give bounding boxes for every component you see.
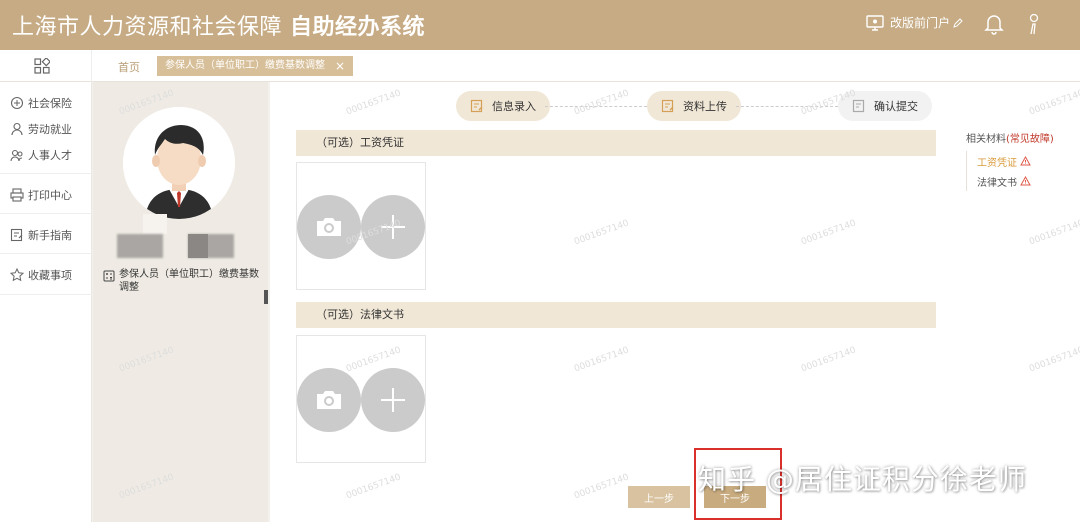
related-list: 工资凭证 法律文书: [966, 151, 1054, 191]
people-icon: [10, 149, 23, 162]
nav-item-favorites[interactable]: 收藏事项: [10, 267, 72, 283]
prev-step-button[interactable]: 上一步: [628, 486, 690, 508]
user-icon[interactable]: [1027, 13, 1041, 35]
camera-button[interactable]: [297, 195, 361, 259]
tab-home[interactable]: 首页: [118, 59, 140, 75]
related-label: 相关材料: [966, 134, 1006, 145]
nav-item-social-insurance[interactable]: 社会保险: [10, 95, 72, 111]
section-legal-document: （可选）法律文书: [296, 302, 936, 328]
step-upload[interactable]: 资料上传: [647, 91, 741, 121]
avatar-illustration: [123, 107, 235, 219]
warning-icon: [1020, 156, 1031, 166]
redacted-id-dark: [188, 234, 208, 258]
form-icon: [470, 99, 483, 113]
edit-icon: [953, 17, 963, 28]
step-label: 资料上传: [683, 100, 727, 113]
nav-item-print-center[interactable]: 打印中心: [10, 187, 72, 203]
close-tab-icon[interactable]: ×: [335, 56, 345, 76]
step-label: 信息录入: [492, 100, 536, 113]
profile-panel: 参保人员（单位职工）缴费基数调整: [93, 82, 268, 522]
section-wage-proof: （可选）工资凭证: [296, 130, 936, 156]
nav-item-label: 劳动就业: [28, 123, 72, 136]
add-file-button[interactable]: [361, 195, 425, 259]
plus-icon: [381, 388, 405, 412]
tabbar-divider: [91, 50, 92, 82]
related-item-label: 法律文书: [977, 177, 1017, 189]
related-header: 相关材料(常见故障): [966, 130, 1054, 145]
confirm-icon: [852, 99, 865, 113]
nav-item-beginner-guide[interactable]: 新手指南: [10, 227, 72, 243]
camera-icon: [317, 391, 341, 409]
camera-icon: [317, 218, 341, 236]
calculator-icon: [103, 270, 115, 282]
nav-divider: [0, 253, 92, 254]
faq-link[interactable]: (常见故障): [1006, 134, 1054, 145]
step-label: 确认提交: [874, 100, 918, 113]
app-header: 上海市人力资源和社会保障 自助经办系统 改版前门户: [0, 0, 1080, 50]
left-nav: 社会保险 劳动就业 人事人才 打印中心 新手指南 收藏事项: [0, 82, 92, 522]
nav-divider: [0, 213, 92, 214]
zhihu-watermark: 知乎 @居住证积分徐老师: [698, 463, 1027, 496]
related-materials: 相关材料(常见故障) 工资凭证 法律文书: [966, 130, 1054, 191]
nav-item-label: 打印中心: [28, 189, 72, 202]
tab-payment-base-adjustment[interactable]: 参保人员（单位职工）缴费基数调整 ×: [157, 56, 354, 76]
printer-icon: [10, 188, 24, 202]
nav-divider: [0, 173, 92, 174]
apps-grid-icon[interactable]: [34, 58, 50, 74]
upload-doc-icon: [661, 99, 674, 113]
person-icon: [11, 122, 23, 136]
active-tab-label: 参保人员（单位职工）缴费基数调整: [165, 60, 325, 71]
current-function-label: 参保人员（单位职工）缴费基数调整: [119, 269, 259, 293]
monitor-icon: [866, 14, 884, 31]
shield-icon: [10, 96, 24, 110]
related-item-label: 工资凭证: [977, 157, 1017, 169]
plus-icon: [381, 215, 405, 239]
redacted-name: [117, 234, 163, 258]
related-item-wage-proof[interactable]: 工资凭证: [977, 151, 1054, 171]
collapse-handle[interactable]: [264, 290, 268, 304]
nav-item-label: 收藏事项: [28, 269, 72, 282]
tab-bar: 首页 参保人员（单位职工）缴费基数调整 ×: [0, 50, 1080, 82]
step-connector: [736, 106, 838, 107]
current-function: 参保人员（单位职工）缴费基数调整: [103, 268, 263, 294]
nav-item-label: 新手指南: [28, 229, 72, 242]
nav-item-employment[interactable]: 劳动就业: [10, 121, 72, 137]
add-file-button[interactable]: [361, 368, 425, 432]
guide-icon: [10, 228, 23, 242]
nav-item-label: 社会保险: [28, 97, 72, 110]
upload-box-legal-document: [296, 335, 426, 463]
related-item-legal-document[interactable]: 法律文书: [977, 171, 1054, 191]
step-confirm-submit[interactable]: 确认提交: [838, 91, 932, 121]
old-portal-label: 改版前门户: [890, 16, 951, 30]
avatar: [123, 107, 235, 219]
bell-icon[interactable]: [984, 13, 1004, 35]
step-connector: [545, 106, 647, 107]
main-content: 信息录入 资料上传 确认提交 （可选）工资凭证 （可选）法律文书 相关材料(常见…: [270, 82, 1080, 522]
nav-divider: [0, 294, 92, 295]
nav-item-label: 人事人才: [28, 149, 72, 162]
camera-button[interactable]: [297, 368, 361, 432]
star-icon: [10, 268, 24, 282]
step-info-entry[interactable]: 信息录入: [456, 91, 550, 121]
upload-box-wage-proof: [296, 162, 426, 290]
app-title-bold: 自助经办系统: [290, 15, 426, 40]
old-portal-link[interactable]: 改版前门户: [866, 14, 969, 31]
nav-item-talent[interactable]: 人事人才: [10, 147, 72, 163]
warning-icon: [1020, 176, 1031, 186]
app-title-normal: 上海市人力资源和社会保障: [12, 15, 283, 40]
redacted-info: [143, 214, 167, 234]
app-title: 上海市人力资源和社会保障 自助经办系统: [12, 9, 425, 41]
